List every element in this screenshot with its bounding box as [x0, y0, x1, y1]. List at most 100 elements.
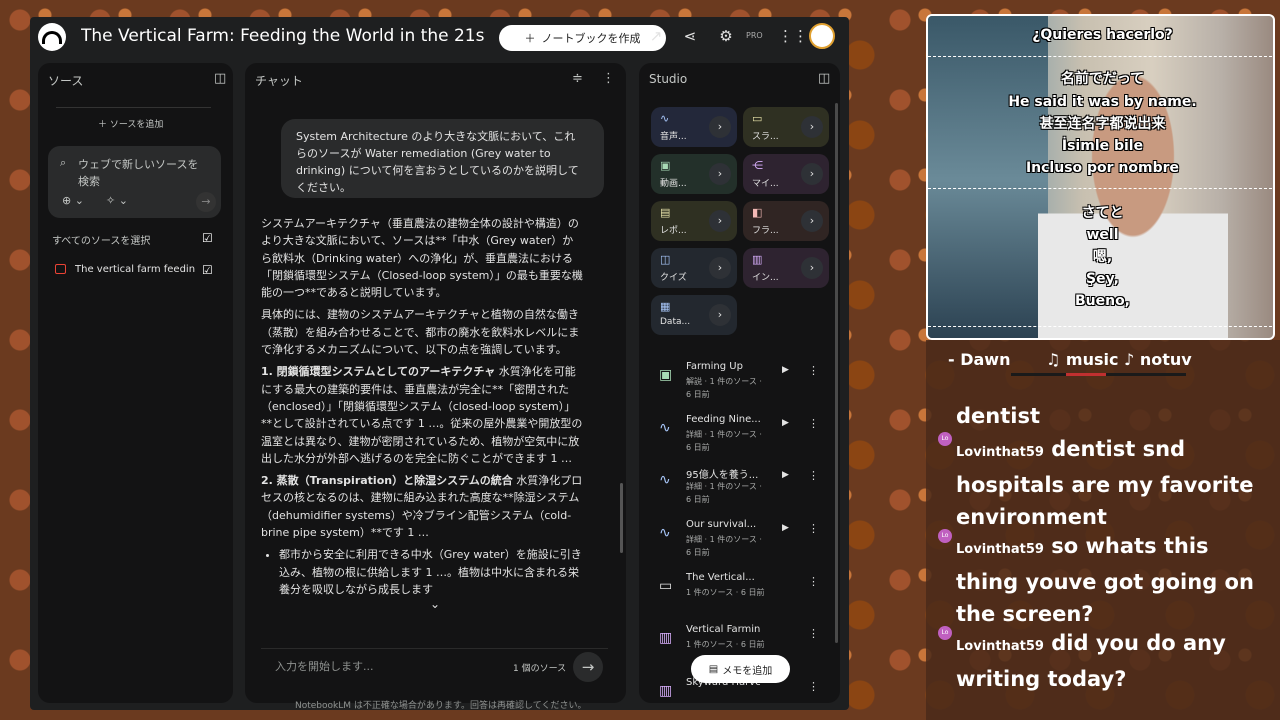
studio-note-item[interactable]: ▣ Farming Up 解説 · 1 件のソース · 6 日前 ▶ ⋮ — [648, 357, 823, 405]
select-all-checkbox[interactable]: ☑ — [202, 232, 214, 244]
note-title: Vertical Farming... — [686, 624, 760, 635]
add-source-button[interactable]: ＋ ソースを追加 — [98, 117, 163, 130]
citation-chip[interactable]: 1 — [426, 566, 433, 579]
studio-card[interactable]: ▦ Data... › — [651, 295, 737, 335]
audio-icon: ∿ — [660, 112, 670, 125]
chat-input[interactable]: 入力を開始します... — [275, 658, 374, 674]
avatar[interactable] — [809, 23, 835, 49]
more-vert-icon[interactable]: ⋮ — [808, 469, 819, 482]
play-icon[interactable]: ▶ — [782, 523, 789, 533]
video-icon: ▣ — [659, 367, 673, 383]
chevron-right-icon[interactable]: › — [709, 163, 731, 185]
answer-heading: 1. 閉鎖循環型システムとしてのアーキテクチャ — [261, 365, 496, 379]
citation-chip[interactable]: 1 — [418, 417, 425, 430]
citation-more[interactable]: … — [436, 566, 447, 579]
source-item-label[interactable]: The vertical farm feedin... — [75, 264, 195, 275]
flashcard-icon: ◧ — [752, 206, 763, 219]
studio-note-item[interactable]: ∿ 95億人を養う... 詳細 · 1 件のソース · 6 日前 ▶ ⋮ — [648, 462, 823, 510]
studio-card[interactable]: ▤ レポ... › — [651, 201, 737, 241]
create-notebook-button[interactable]: ＋ ノートブックを作成 — [499, 25, 666, 51]
apps-grid-icon[interactable]: ⋮⋮ — [778, 27, 808, 45]
user-badge-icon: Lo — [938, 432, 952, 446]
scroll-down-icon[interactable]: ⌄ — [430, 597, 440, 611]
top-bar: The Vertical Farm: Feeding the World in … — [30, 17, 849, 57]
notebook-title[interactable]: The Vertical Farm: Feeding the World in … — [81, 26, 485, 46]
subtitle-line: He said it was by name. — [1008, 94, 1197, 110]
note-meta: 1 件のソース · 6 日前 — [686, 640, 765, 649]
studio-note-item[interactable]: ∿ Feeding Nine... 詳細 · 1 件のソース · 6 日前 ▶ ⋮ — [648, 410, 823, 458]
scrollbar[interactable] — [620, 483, 623, 553]
notebooklm-logo-icon[interactable] — [38, 23, 66, 51]
chevron-right-icon[interactable]: › — [801, 257, 823, 279]
citation-more[interactable]: … — [428, 417, 439, 430]
chevron-right-icon[interactable]: › — [801, 163, 823, 185]
globe-icon[interactable]: ⊕ ⌄ — [62, 194, 84, 207]
add-source-label: ソースを追加 — [109, 120, 164, 130]
search-icon: ⌕ — [60, 156, 67, 169]
chevron-right-icon[interactable]: › — [709, 304, 731, 326]
infographic-icon: ▥ — [752, 253, 763, 266]
plus-icon: ＋ — [524, 32, 536, 45]
chevron-right-icon[interactable]: › — [801, 116, 823, 138]
studio-card[interactable]: ◫ クイズ › — [651, 248, 737, 288]
play-icon[interactable]: ▶ — [782, 418, 789, 428]
share-icon[interactable]: ⋖ — [680, 27, 700, 45]
source-checkbox[interactable]: ☑ — [202, 264, 214, 276]
chat-input-box[interactable]: 入力を開始します... 1 個のソース → — [261, 648, 608, 689]
sources-panel: ソース ◫ ＋ ソースを追加 ⌕ ウェブで新しいソースを検索 ⊕ ⌄ ✧ ⌄ →… — [38, 63, 233, 703]
analytics-icon[interactable]: ↗ — [646, 27, 666, 45]
notebooklm-window: The Vertical Farm: Feeding the World in … — [30, 17, 849, 710]
collapse-panel-icon[interactable]: ◫ — [214, 71, 226, 86]
chevron-right-icon[interactable]: › — [709, 257, 731, 279]
tune-icon[interactable]: ≑ — [572, 71, 583, 86]
more-vert-icon[interactable]: ⋮ — [808, 364, 819, 377]
settings-icon[interactable]: ⚙ — [716, 27, 736, 45]
chat-username: Lovinthat59 — [956, 445, 1044, 460]
more-vert-icon[interactable]: ⋮ — [602, 71, 615, 86]
select-all-label: すべてのソースを選択 — [52, 236, 151, 247]
citation-more[interactable]: … — [418, 526, 429, 539]
studio-note-item[interactable]: ▭ The Vertical... 1 件のソース · 6 日前 ⋮ — [648, 568, 823, 616]
studio-card[interactable]: ▭ スラ... › — [743, 107, 829, 147]
subtitle-line: 名前でだって — [1060, 71, 1145, 87]
submit-arrow-icon[interactable]: → — [196, 192, 216, 212]
collapse-panel-icon[interactable]: ◫ — [818, 71, 830, 86]
streamer-name: - Dawn — [948, 350, 1011, 369]
more-vert-icon[interactable]: ⋮ — [808, 627, 819, 640]
note-title: The Vertical... — [686, 572, 755, 583]
web-search-box[interactable]: ⌕ ウェブで新しいソースを検索 ⊕ ⌄ ✧ ⌄ → — [48, 146, 221, 218]
sources-header: ソース — [48, 74, 84, 88]
studio-card[interactable]: ∿ 音声... › — [651, 107, 737, 147]
chevron-right-icon[interactable]: › — [709, 210, 731, 232]
research-mode-icon[interactable]: ✧ ⌄ — [106, 194, 128, 207]
play-icon[interactable]: ▶ — [782, 365, 789, 375]
studio-note-item[interactable]: ∿ Our survival... 詳細 · 1 件のソース · 6 日前 ▶ ⋮ — [648, 515, 823, 563]
studio-card[interactable]: ◧ フラ... › — [743, 201, 829, 241]
answer-paragraph: システムアーキテクチャ（垂直農法の建物全体の設計や構造）のより大きな文脈において… — [261, 217, 583, 300]
studio-card[interactable]: ▥ イン... › — [743, 248, 829, 288]
more-vert-icon[interactable]: ⋮ — [808, 417, 819, 430]
citation-chip[interactable]: 1 — [551, 452, 558, 465]
infographic-icon: ▥ — [659, 630, 673, 646]
list-item: 都市から安全に利用できる中水（Grey water）を施設に引き込み、植物の根に… — [279, 546, 583, 598]
chevron-right-icon[interactable]: › — [709, 116, 731, 138]
send-arrow-icon[interactable]: → — [573, 652, 603, 682]
audio-icon: ∿ — [659, 525, 671, 541]
user-message: System Architecture のより大きな文脈において、これらのソース… — [281, 119, 604, 198]
more-vert-icon[interactable]: ⋮ — [808, 575, 819, 588]
now-playing: ♫ music ♪ notuv — [1046, 350, 1192, 369]
citation-chip[interactable]: 1 — [407, 526, 414, 539]
search-input[interactable]: ウェブで新しいソースを検索 — [78, 156, 203, 190]
chevron-right-icon[interactable]: › — [801, 210, 823, 232]
citation-more[interactable]: … — [561, 452, 572, 465]
more-vert-icon[interactable]: ⋮ — [808, 522, 819, 535]
user-badge-icon: Lo — [938, 626, 952, 640]
add-memo-button[interactable]: ▤ メモを追加 — [691, 655, 790, 683]
more-vert-icon[interactable]: ⋮ — [808, 680, 819, 693]
studio-card[interactable]: ⋲ マイ... › — [743, 154, 829, 194]
note-title: Our survival... — [686, 519, 757, 530]
play-icon[interactable]: ▶ — [782, 470, 789, 480]
scrollbar[interactable] — [835, 103, 838, 643]
disclaimer: NotebookLM は不正確な場合があります。回答は再確認してください。 — [295, 701, 587, 710]
studio-card[interactable]: ▣ 動画... › — [651, 154, 737, 194]
